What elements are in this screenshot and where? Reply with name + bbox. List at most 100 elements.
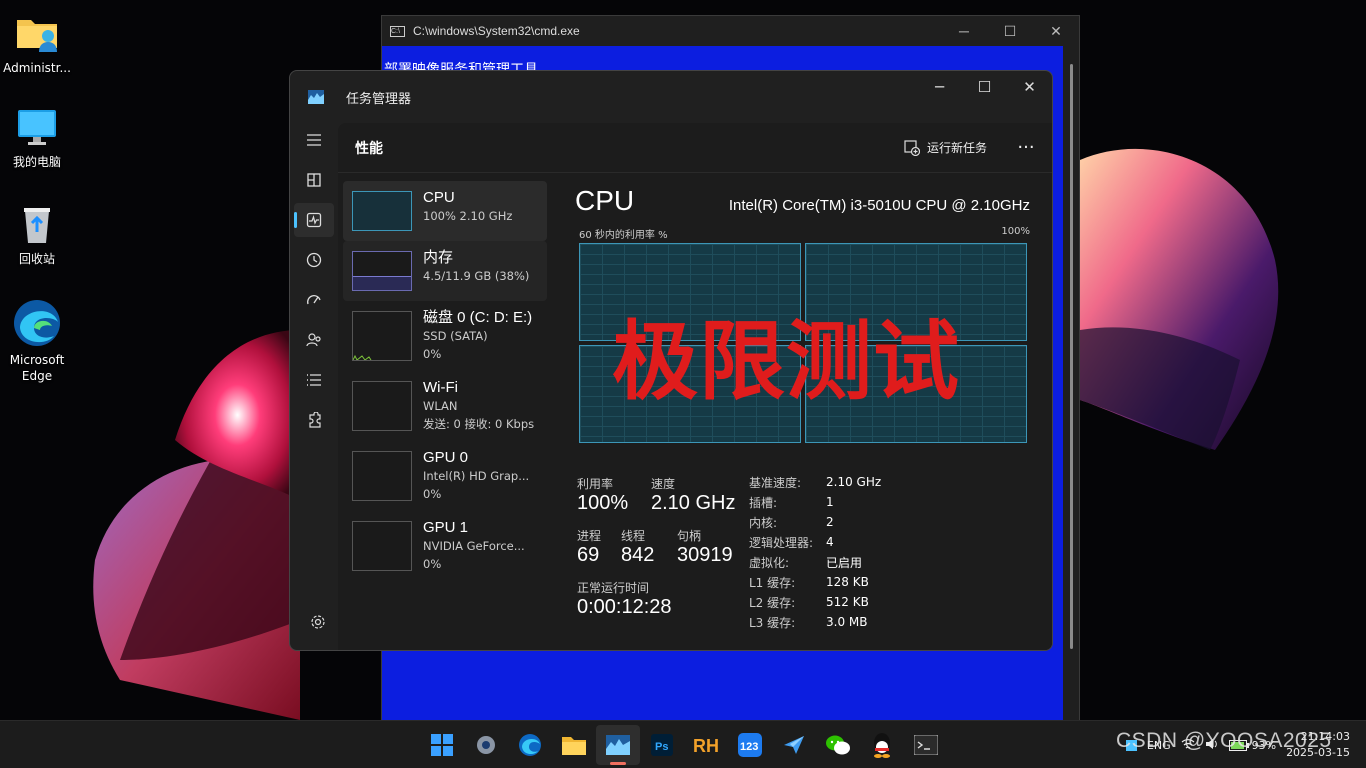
desktop-icon-administrator[interactable]: Administr... (0, 12, 74, 76)
app-history-icon[interactable] (294, 243, 334, 277)
stat-label: 速度 (651, 477, 676, 491)
stat-label: 正常运行时间 (577, 581, 650, 595)
settings-icon[interactable] (298, 605, 338, 639)
stat-speed: 速度 2.10 GHz (651, 475, 735, 515)
cpu-thumbnail (352, 191, 412, 231)
disk-thumbnail (352, 311, 412, 361)
performance-panel: 性能 运行新任务 ··· CPU 100% 2.10 GHz 内存 4.5/11.9… (338, 123, 1052, 650)
cmd-title-bar[interactable]: C:\ C:\windows\System32\cmd.exe ─ ☐ ✕ (382, 16, 1079, 46)
stat-value: 69 (577, 544, 600, 566)
photoshop-icon[interactable]: Ps (640, 725, 684, 765)
stat-label: 句柄 (677, 529, 702, 543)
file-explorer-icon[interactable] (552, 725, 596, 765)
spec-row: L2 缓存: 512 KB (749, 595, 869, 610)
detail-heading: CPU (575, 185, 635, 216)
perf-item-cpu[interactable]: CPU 100% 2.10 GHz (343, 181, 547, 241)
gpu1-thumbnail (352, 521, 412, 571)
spec-row: 插槽: 1 (749, 495, 834, 510)
perf-item-detail: 4.5/11.9 GB (38%) (423, 269, 530, 283)
perf-item-detail: SSD (SATA) (423, 329, 488, 343)
spec-row: 基准速度: 2.10 GHz (749, 475, 882, 490)
perf-item-detail: 100% 2.10 GHz (423, 209, 513, 223)
perf-item-name: 内存 (423, 249, 454, 266)
users-icon[interactable] (294, 323, 334, 357)
svg-text:RH: RH (693, 736, 719, 756)
perf-item-wifi[interactable]: Wi-Fi WLAN 发送: 0 接收: 0 Kbps (343, 371, 547, 441)
edge-icon[interactable] (508, 725, 552, 765)
settings-icon[interactable] (464, 725, 508, 765)
taskbar-apps: Ps RH 123 (420, 725, 948, 765)
more-options-button[interactable]: ··· (1011, 137, 1041, 158)
stat-processes: 进程 69 (577, 527, 601, 567)
panel-header: 性能 运行新任务 ··· (338, 123, 1052, 173)
spec-row: L1 缓存: 128 KB (749, 575, 869, 590)
perf-item-disk[interactable]: 磁盘 0 (C: D: E:) SSD (SATA) 0% (343, 301, 547, 371)
sidebar (290, 123, 338, 650)
task-manager-title-bar[interactable]: 任务管理器 ─ ☐ ✕ (290, 71, 1052, 123)
memory-thumbnail (352, 251, 412, 291)
perf-item-memory[interactable]: 内存 4.5/11.9 GB (38%) (343, 241, 547, 301)
qq-icon[interactable] (860, 725, 904, 765)
details-icon[interactable] (294, 363, 334, 397)
stat-handles: 句柄 30919 (677, 527, 733, 567)
maximize-button[interactable]: ☐ (962, 78, 1007, 96)
stat-utilization: 利用率 100% (577, 475, 628, 515)
svg-text:123: 123 (740, 741, 758, 753)
edge-icon (12, 298, 62, 348)
startup-icon[interactable] (294, 283, 334, 317)
terminal-icon[interactable] (904, 725, 948, 765)
spec-row: L3 缓存: 3.0 MB (749, 615, 868, 630)
processes-icon[interactable] (294, 163, 334, 197)
perf-item-detail: NVIDIA GeForce... (423, 539, 525, 553)
close-button[interactable]: ✕ (1007, 78, 1052, 96)
maximize-button[interactable]: ☐ (987, 23, 1033, 40)
close-button[interactable]: ✕ (1033, 23, 1079, 40)
perf-item-detail: Intel(R) HD Grap... (423, 469, 530, 483)
menu-icon[interactable] (294, 123, 334, 157)
perf-item-usage: 0% (423, 347, 442, 361)
123-icon[interactable]: 123 (728, 725, 772, 765)
wifi-thumbnail (352, 381, 412, 431)
watermark-text: CSDN @YOOSA2025 (1116, 729, 1332, 752)
stat-value: 0:00:12:28 (577, 596, 672, 618)
services-icon[interactable] (294, 403, 334, 437)
desktop-icon-edge[interactable]: Microsoft Edge (0, 298, 74, 384)
new-task-icon (904, 139, 920, 156)
spec-row: 逻辑处理器: 4 (749, 535, 834, 550)
feishu-icon[interactable] (772, 725, 816, 765)
task-manager-icon[interactable] (596, 725, 640, 765)
perf-item-usage: 发送: 0 接收: 0 Kbps (423, 417, 535, 431)
graph-label: 60 秒内的利用率 % (579, 230, 668, 241)
cmd-icon: C:\ (390, 25, 405, 37)
graph-max: 100% (1001, 226, 1030, 237)
start-icon[interactable] (420, 725, 464, 765)
performance-list: CPU 100% 2.10 GHz 内存 4.5/11.9 GB (38%) 磁盘 … (343, 181, 547, 581)
cpu-detail: CPU Intel(R) Core(TM) i3-5010U CPU @ 2.1… (575, 181, 1040, 641)
recycle-bin-icon (15, 203, 59, 247)
perf-item-gpu0[interactable]: GPU 0 Intel(R) HD Grap... 0% (343, 441, 547, 511)
minimize-button[interactable]: ─ (941, 23, 987, 40)
perf-item-usage: 0% (423, 557, 442, 571)
cmd-title: C:\windows\System32\cmd.exe (413, 24, 580, 38)
perf-item-name: 磁盘 0 (C: D: E:) (423, 309, 533, 326)
performance-icon[interactable] (294, 203, 334, 237)
cmd-scrollbar[interactable] (1070, 64, 1073, 649)
desktop-icon-my-computer[interactable]: 我的电脑 (0, 106, 74, 170)
cpu-model: Intel(R) Core(TM) i3-5010U CPU @ 2.10GHz (728, 197, 1030, 214)
computer-icon (15, 106, 59, 150)
wechat-icon[interactable] (816, 725, 860, 765)
cpu-specs: 基准速度: 2.10 GHz 插槽: 1 内核: 2 逻辑处理器: 4 虚拟化: 已启用 … (749, 472, 939, 632)
perf-item-gpu1[interactable]: GPU 1 NVIDIA GeForce... 0% (343, 511, 547, 581)
desktop-icon-recycle-bin[interactable]: 回收站 (0, 203, 74, 267)
overlay-text: 极限测试 (612, 312, 960, 412)
svg-text:Ps: Ps (655, 741, 668, 753)
perf-item-name: Wi-Fi (423, 379, 458, 396)
run-new-task-label: 运行新任务 (926, 141, 987, 155)
window-title: 任务管理器 (346, 91, 412, 107)
stat-label: 进程 (577, 529, 602, 543)
minimize-button[interactable]: ─ (917, 78, 962, 96)
task-manager-window[interactable]: 任务管理器 ─ ☐ ✕ 性能 运行新任务 ··· CPU 100% 2.10 G… (289, 70, 1053, 651)
stat-label: 利用率 (577, 477, 614, 491)
run-new-task-button[interactable]: 运行新任务 (904, 139, 987, 156)
rh-icon[interactable]: RH (684, 725, 728, 765)
